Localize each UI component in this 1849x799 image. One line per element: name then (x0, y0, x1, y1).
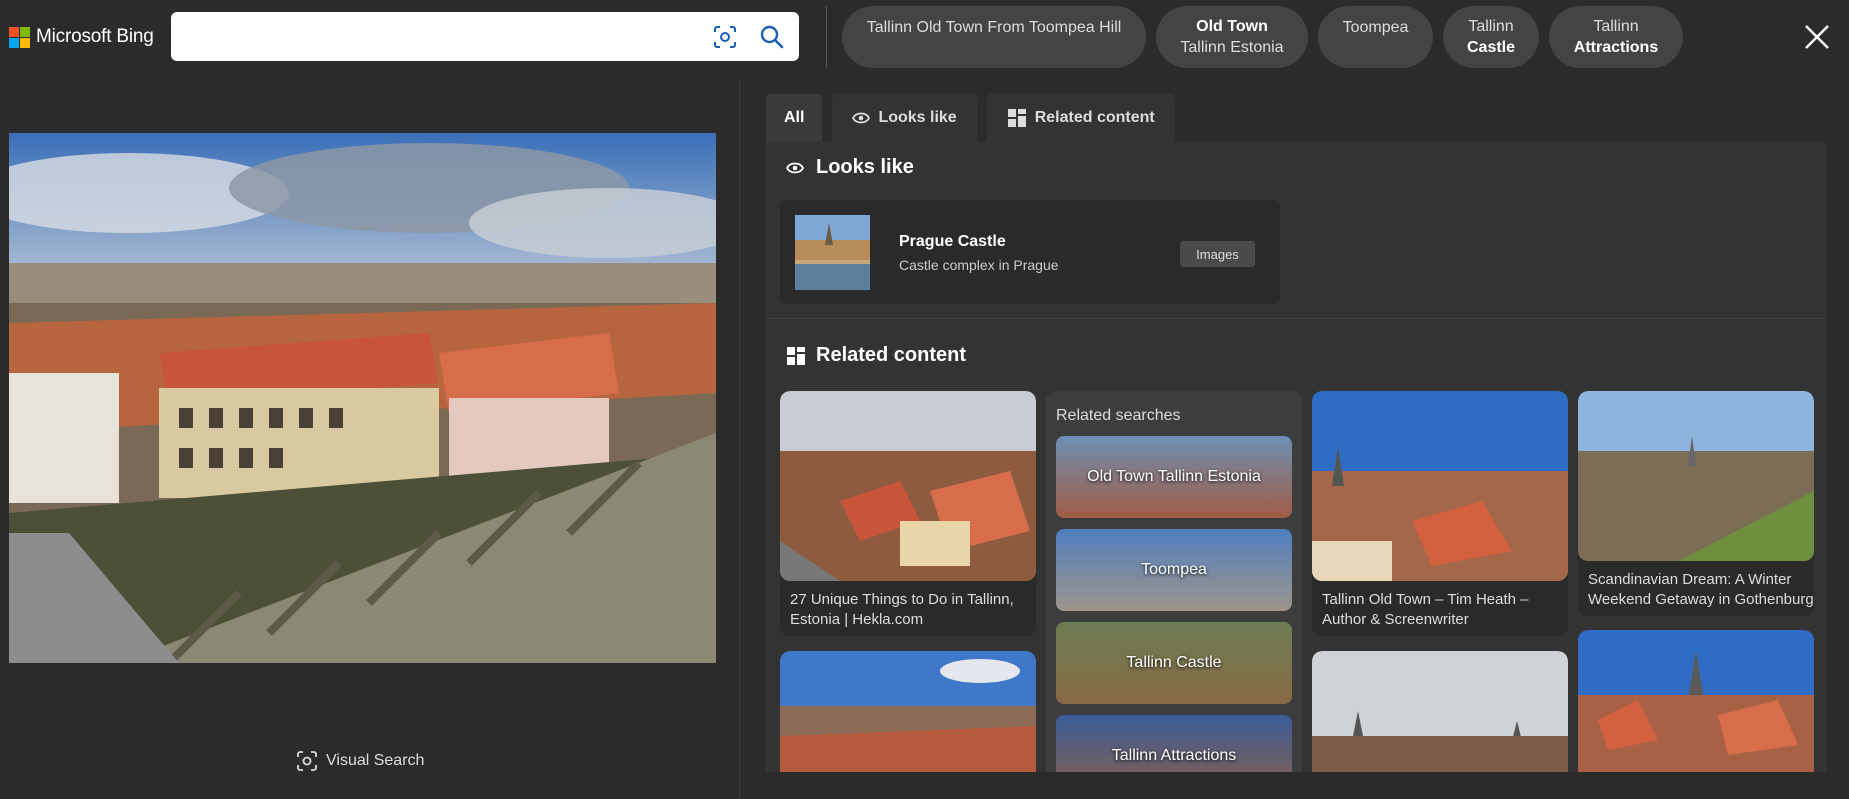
prague-castle-thumbnail[interactable] (795, 215, 870, 290)
tab-label: Looks like (878, 109, 957, 126)
related-card-image[interactable] (780, 391, 1036, 581)
grid-icon (787, 346, 805, 365)
related-search-tallinn-castle[interactable]: Tallinn Castle (1056, 622, 1292, 704)
related-card-image[interactable] (1578, 391, 1814, 561)
tab-related-content[interactable]: Related content (986, 94, 1175, 142)
related-search-label: Toompea (1141, 561, 1207, 578)
magnifier-icon[interactable] (759, 24, 785, 50)
chip-label-bold: Old Town (1196, 18, 1268, 35)
visual-search-label: Visual Search (326, 752, 425, 769)
looks-like-card[interactable]: Prague Castle Castle complex in Prague I… (780, 200, 1280, 304)
microsoft-logo-icon (9, 26, 30, 48)
related-search-label: Tallinn Castle (1126, 654, 1222, 671)
related-search-label: Tallinn Attractions (1111, 747, 1237, 764)
search-box[interactable] (171, 12, 799, 61)
source-image[interactable] (9, 133, 716, 663)
tab-looks-like[interactable]: Looks like (832, 94, 977, 142)
chip-label: Tallinn Estonia (1180, 39, 1284, 56)
images-button[interactable]: Images (1180, 241, 1255, 267)
chip-toompea[interactable]: Toompea (1318, 6, 1433, 68)
tab-label: All (784, 109, 805, 126)
top-bar: Microsoft Bing Tallinn Old Town From Too… (0, 0, 1849, 78)
chip-label-bold: Attractions (1573, 39, 1659, 56)
related-card-caption[interactable]: Tallinn Old Town – Tim Heath – Author & … (1322, 590, 1558, 630)
related-card-caption[interactable]: Scandinavian Dream: A Winter Weekend Get… (1588, 570, 1814, 610)
related-searches-title: Related searches (1056, 407, 1181, 424)
looks-like-title[interactable]: Prague Castle (899, 233, 1006, 251)
related-card[interactable] (1578, 630, 1814, 772)
grid-icon (1007, 109, 1026, 127)
looks-like-heading: Looks like (786, 156, 914, 179)
related-card[interactable]: Scandinavian Dream: A Winter Weekend Get… (1578, 391, 1814, 616)
chip-old-town-tallinn-estonia[interactable]: Old Town Tallinn Estonia (1156, 6, 1308, 68)
related-card[interactable]: 27 Unique Things to Do in Tallinn, Eston… (780, 391, 1036, 636)
chip-label: Toompea (1342, 19, 1409, 36)
related-search-tallinn-attractions[interactable]: Tallinn Attractions (1056, 715, 1292, 772)
visual-search-icon (297, 751, 317, 771)
looks-like-subtitle: Castle complex in Prague (899, 257, 1059, 273)
visual-search-button[interactable]: Visual Search (296, 750, 424, 772)
related-card[interactable] (1312, 651, 1568, 772)
related-card-image[interactable] (1312, 651, 1568, 772)
eye-icon (786, 162, 804, 173)
related-search-old-town-tallinn-estonia[interactable]: Old Town Tallinn Estonia (1056, 436, 1292, 518)
section-heading-text: Related content (816, 344, 967, 366)
related-card-image[interactable] (1312, 391, 1568, 581)
related-card-image[interactable] (780, 651, 1036, 772)
eye-icon (852, 112, 871, 124)
related-card[interactable] (780, 651, 1036, 772)
close-icon[interactable] (1800, 20, 1834, 54)
related-content-heading: Related content (786, 344, 966, 367)
section-heading-text: Looks like (816, 156, 914, 178)
related-searches: Related searches Old Town Tallinn Estoni… (1046, 391, 1302, 772)
related-card-image[interactable] (1578, 630, 1814, 772)
brand-name: Microsoft Bing (36, 26, 154, 47)
chip-tallinn-castle[interactable]: Tallinn Castle (1443, 6, 1539, 68)
chip-label-bold: Castle (1466, 39, 1516, 56)
search-input[interactable] (187, 22, 691, 52)
chip-label: Tallinn Old Town From Toompea Hill (866, 19, 1122, 36)
chip-tallinn-old-town-from-toompea-hill[interactable]: Tallinn Old Town From Toompea Hill (842, 6, 1146, 68)
results-panel: Looks like Prague Castle Castle complex … (766, 142, 1826, 772)
section-divider (766, 318, 1826, 319)
chip-tallinn-attractions[interactable]: Tallinn Attractions (1549, 6, 1683, 68)
panel-divider (739, 78, 740, 799)
tab-all[interactable]: All (766, 94, 823, 142)
topbar-divider (826, 6, 827, 68)
chip-label: Tallinn (1593, 18, 1639, 35)
related-card-caption[interactable]: 27 Unique Things to Do in Tallinn, Eston… (790, 590, 1026, 630)
tab-label: Related content (1034, 109, 1155, 126)
result-tabs: All Looks like Related content (766, 94, 1185, 142)
bing-logo[interactable]: Microsoft Bing (9, 26, 154, 48)
related-search-toompea[interactable]: Toompea (1056, 529, 1292, 611)
related-card[interactable]: Tallinn Old Town – Tim Heath – Author & … (1312, 391, 1568, 636)
related-search-label: Old Town Tallinn Estonia (1087, 468, 1261, 485)
visual-search-icon[interactable] (712, 24, 738, 50)
chip-label: Tallinn (1468, 18, 1514, 35)
